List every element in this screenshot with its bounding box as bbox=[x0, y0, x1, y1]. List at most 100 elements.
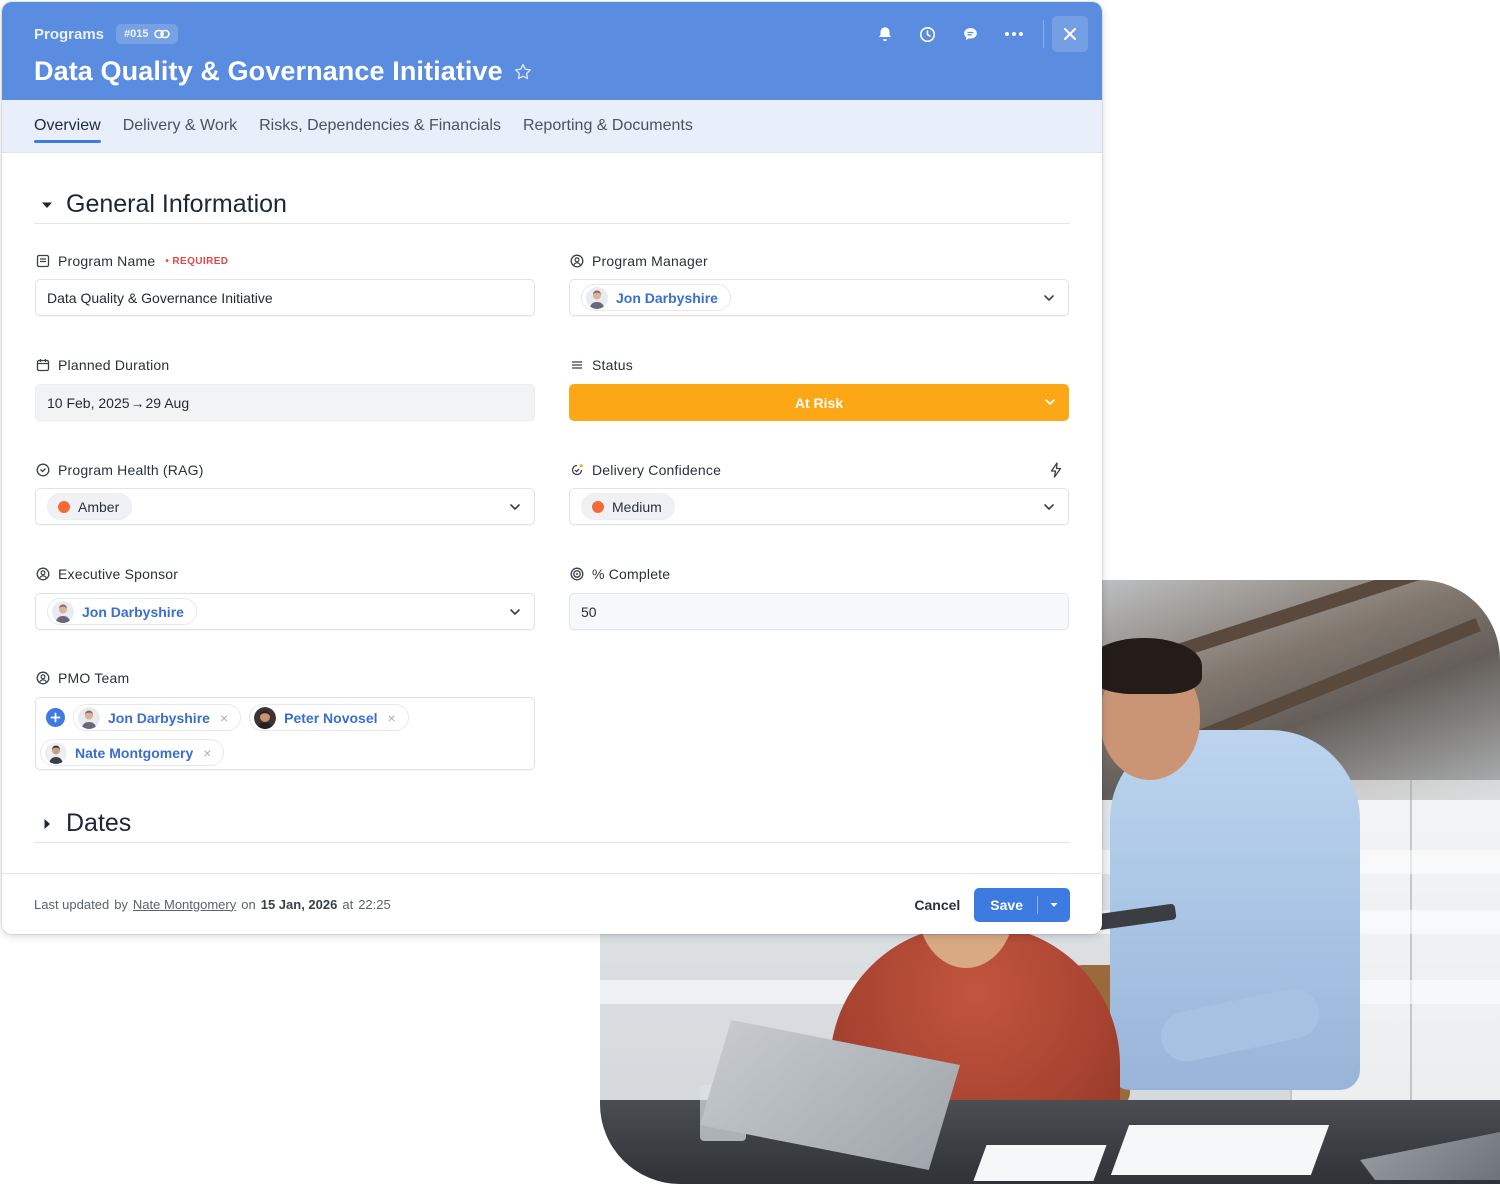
remove-member-icon[interactable]: × bbox=[203, 745, 211, 761]
panel-header: Programs #015 Data Quality & Governance … bbox=[2, 2, 1102, 100]
remove-member-icon[interactable]: × bbox=[388, 710, 396, 726]
comments-button[interactable] bbox=[949, 16, 992, 52]
caret-down-icon bbox=[42, 202, 52, 208]
percent-complete-label-text: % Complete bbox=[592, 566, 671, 582]
percent-complete-value: 50 bbox=[581, 603, 597, 620]
list-icon bbox=[572, 361, 582, 369]
program-name-label: Program Name • REQUIRED bbox=[36, 253, 228, 269]
program-panel: Programs #015 Data Quality & Governance … bbox=[2, 2, 1102, 934]
bell-icon bbox=[878, 27, 891, 42]
executive-sponsor-chip[interactable]: Jon Darbyshire bbox=[47, 598, 197, 625]
user-circle-icon bbox=[36, 671, 50, 685]
user-circle-icon bbox=[36, 567, 50, 581]
program-health-value: Amber bbox=[78, 498, 120, 515]
avatar bbox=[586, 286, 608, 309]
add-member-button[interactable] bbox=[46, 708, 65, 727]
lightning-icon[interactable] bbox=[1049, 462, 1063, 478]
avatar bbox=[52, 600, 74, 623]
program-name-label-text: Program Name bbox=[58, 253, 156, 269]
required-text: REQUIRED bbox=[172, 255, 229, 267]
required-badge: • REQUIRED bbox=[165, 255, 229, 267]
remove-member-icon[interactable]: × bbox=[220, 710, 228, 726]
program-manager-label: Program Manager bbox=[570, 253, 708, 269]
last-updated-user-link[interactable]: Nate Montgomery bbox=[133, 897, 236, 912]
calendar-icon bbox=[36, 359, 50, 372]
program-name-value: Data Quality & Governance Initiative bbox=[47, 289, 273, 306]
pmo-member-chip[interactable]: Nate Montgomery × bbox=[40, 739, 225, 766]
medium-dot bbox=[592, 500, 604, 513]
pmo-team-field[interactable]: Jon Darbyshire × Peter Novosel × Nate Mo… bbox=[35, 697, 535, 770]
section-general-information[interactable]: General Information bbox=[34, 186, 1070, 224]
cancel-button[interactable]: Cancel bbox=[914, 897, 960, 913]
close-icon bbox=[1064, 28, 1076, 40]
last-updated-by: by bbox=[114, 896, 128, 912]
save-options-button[interactable] bbox=[1038, 900, 1070, 910]
history-button[interactable] bbox=[906, 16, 949, 52]
pmo-member-name: Jon Darbyshire bbox=[108, 709, 210, 726]
program-health-label-text: Program Health (RAG) bbox=[58, 462, 204, 478]
page-title: Data Quality & Governance Initiative bbox=[34, 56, 503, 86]
close-button[interactable] bbox=[1052, 16, 1088, 52]
program-health-select[interactable]: Amber bbox=[35, 488, 535, 525]
notifications-button[interactable] bbox=[863, 16, 906, 52]
record-id-badge[interactable]: #015 bbox=[116, 24, 178, 44]
delivery-confidence-label-text: Delivery Confidence bbox=[592, 462, 722, 478]
footer-actions: Cancel Save bbox=[914, 888, 1070, 922]
last-updated-on: on bbox=[241, 896, 256, 912]
save-button-label: Save bbox=[990, 897, 1023, 913]
executive-sponsor-label: Executive Sponsor bbox=[36, 566, 178, 582]
section-title-general: General Information bbox=[66, 190, 287, 218]
clock-icon bbox=[919, 26, 936, 42]
chevron-down-icon bbox=[1045, 399, 1055, 405]
more-icon bbox=[1004, 32, 1023, 36]
executive-sponsor-name: Jon Darbyshire bbox=[82, 603, 184, 620]
confidence-icon bbox=[571, 464, 583, 476]
panel-footer: Last updated by Nate Montgomery on 15 Ja… bbox=[2, 873, 1102, 934]
photo-paper bbox=[973, 1145, 1107, 1181]
section-dates[interactable]: Dates bbox=[34, 805, 1070, 843]
pmo-team-row-1: Jon Darbyshire × Peter Novosel × bbox=[46, 704, 409, 731]
star-icon[interactable] bbox=[513, 62, 533, 82]
more-button[interactable] bbox=[992, 16, 1035, 52]
pmo-member-chip[interactable]: Peter Novosel × bbox=[249, 704, 409, 731]
photo-paper bbox=[1110, 1125, 1330, 1175]
pmo-team-label-text: PMO Team bbox=[58, 670, 130, 686]
pmo-member-name: Peter Novosel bbox=[284, 709, 378, 726]
program-manager-label-text: Program Manager bbox=[592, 253, 708, 269]
pmo-team-label: PMO Team bbox=[36, 670, 129, 686]
text-field-icon bbox=[36, 254, 50, 268]
breadcrumb: Programs #015 bbox=[34, 24, 178, 44]
link-icon bbox=[153, 29, 170, 39]
plus-icon bbox=[50, 712, 61, 723]
planned-duration-label: Planned Duration bbox=[36, 357, 169, 373]
pmo-member-chip[interactable]: Jon Darbyshire × bbox=[73, 704, 242, 731]
header-separator bbox=[1043, 20, 1044, 48]
duration-start: 10 Feb, 2025 bbox=[47, 394, 130, 411]
tab-risks-dependencies-financials[interactable]: Risks, Dependencies & Financials bbox=[259, 113, 501, 139]
tab-overview[interactable]: Overview bbox=[34, 113, 101, 143]
program-health-label: Program Health (RAG) bbox=[36, 462, 204, 478]
check-circle-icon bbox=[36, 463, 50, 477]
tab-delivery-work[interactable]: Delivery & Work bbox=[123, 113, 237, 139]
save-button[interactable]: Save bbox=[974, 888, 1070, 922]
last-updated-time: 22:25 bbox=[358, 896, 391, 912]
tab-reporting-documents[interactable]: Reporting & Documents bbox=[523, 113, 693, 139]
pmo-member-name: Nate Montgomery bbox=[75, 744, 194, 761]
program-manager-select[interactable]: Jon Darbyshire bbox=[569, 279, 1069, 316]
caret-right-icon bbox=[44, 818, 50, 829]
last-updated-at: at bbox=[342, 896, 354, 912]
program-name-input[interactable]: Data Quality & Governance Initiative bbox=[35, 279, 535, 316]
breadcrumb-programs[interactable]: Programs bbox=[34, 26, 104, 43]
status-select[interactable]: At Risk bbox=[569, 384, 1069, 421]
section-title-dates: Dates bbox=[66, 809, 132, 837]
tab-bar: Overview Delivery & Work Risks, Dependen… bbox=[2, 100, 1102, 153]
executive-sponsor-select[interactable]: Jon Darbyshire bbox=[35, 593, 535, 630]
percent-complete-input[interactable]: 50 bbox=[569, 593, 1069, 630]
chevron-down-icon bbox=[510, 609, 520, 615]
program-manager-chip[interactable]: Jon Darbyshire bbox=[581, 284, 731, 311]
last-updated-prefix: Last updated bbox=[34, 896, 110, 912]
chevron-down-icon bbox=[1044, 295, 1054, 301]
planned-duration-field[interactable]: 10 Feb, 2025 → 29 Aug bbox=[35, 384, 535, 421]
chevron-down-icon bbox=[510, 504, 520, 510]
delivery-confidence-select[interactable]: Medium bbox=[569, 488, 1069, 525]
